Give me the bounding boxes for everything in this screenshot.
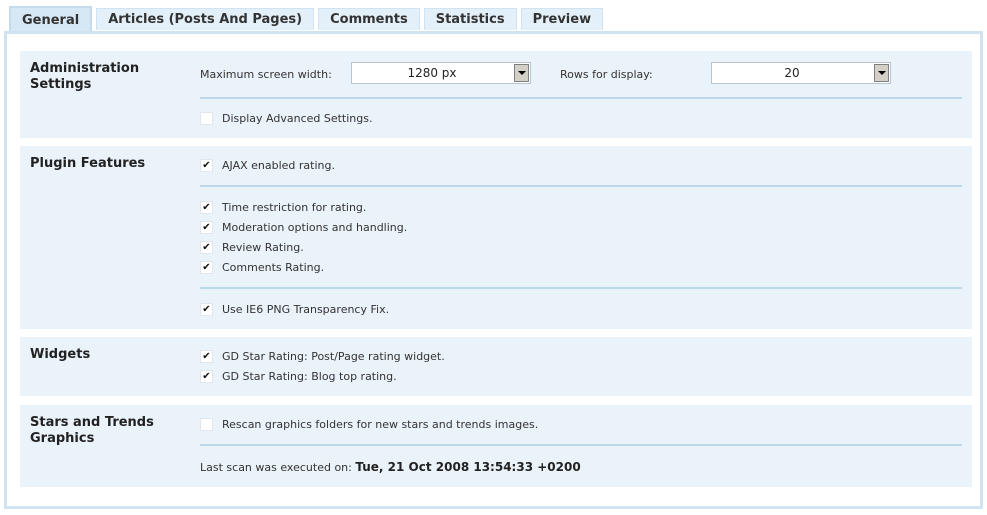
tab-label: Statistics	[435, 12, 505, 27]
rows-label: Rows for display:	[560, 68, 653, 81]
rescan-checkbox[interactable]	[200, 418, 213, 431]
rescan-row: Rescan graphics folders for new stars an…	[200, 418, 538, 431]
feature-row: ✔ Review Rating.	[200, 241, 304, 254]
rows-value: 20	[784, 66, 800, 80]
rows-select[interactable]: 20	[711, 62, 891, 84]
section-title: Widgets	[30, 347, 91, 362]
tab-statistics[interactable]: Statistics	[423, 8, 517, 30]
tab-label: Comments	[330, 12, 408, 27]
section-stars-graphics: Stars and Trends Graphics Rescan graphic…	[20, 405, 972, 487]
check-icon: ✔	[202, 221, 211, 233]
section-title: Plugin Features	[30, 156, 146, 171]
check-icon: ✔	[202, 201, 211, 213]
check-icon: ✔	[202, 303, 211, 315]
checkbox-label: Display Advanced Settings.	[222, 112, 373, 125]
checkbox-label: GD Star Rating: Blog top rating.	[222, 370, 397, 383]
max-width-label: Maximum screen width:	[200, 68, 332, 81]
checkbox-label: Moderation options and handling.	[222, 221, 408, 234]
tab-preview[interactable]: Preview	[520, 8, 604, 30]
tab-general[interactable]: General	[9, 6, 93, 32]
section-widgets: Widgets ✔ GD Star Rating: Post/Page rati…	[20, 337, 972, 396]
checkbox-label: Use IE6 PNG Transparency Fix.	[222, 303, 390, 316]
feature-row: ✔ AJAX enabled rating.	[200, 159, 335, 172]
checkbox-label: AJAX enabled rating.	[222, 159, 335, 172]
section-title: Stars and Trends Graphics	[30, 415, 154, 446]
section-title: Administration Settings	[30, 61, 140, 92]
tab-bar: General Articles (Posts And Pages) Comme…	[9, 6, 607, 32]
last-scan-value: Tue, 21 Oct 2008 13:54:33 +0200	[355, 460, 581, 474]
widget-row: ✔ GD Star Rating: Post/Page rating widge…	[200, 350, 445, 363]
moderation-checkbox[interactable]: ✔	[200, 221, 213, 234]
feature-row: ✔ Time restriction for rating.	[200, 201, 366, 214]
chevron-down-icon[interactable]	[874, 64, 889, 82]
blog-top-widget-checkbox[interactable]: ✔	[200, 370, 213, 383]
divider	[200, 444, 962, 446]
check-icon: ✔	[202, 261, 211, 273]
divider	[200, 287, 962, 289]
advanced-settings-row: Display Advanced Settings.	[200, 112, 373, 125]
check-icon: ✔	[202, 350, 211, 362]
last-scan-label: Last scan was executed on:	[200, 460, 352, 474]
widget-row: ✔ GD Star Rating: Blog top rating.	[200, 370, 397, 383]
comments-rating-checkbox[interactable]: ✔	[200, 261, 213, 274]
review-rating-checkbox[interactable]: ✔	[200, 241, 213, 254]
check-icon: ✔	[202, 241, 211, 253]
feature-row: ✔ Comments Rating.	[200, 261, 324, 274]
ie6-png-fix-checkbox[interactable]: ✔	[200, 303, 213, 316]
tab-label: Preview	[532, 12, 592, 27]
tab-label: Articles (Posts And Pages)	[108, 12, 303, 27]
advanced-settings-checkbox[interactable]	[200, 112, 213, 125]
post-page-widget-checkbox[interactable]: ✔	[200, 350, 213, 363]
feature-row: ✔ Moderation options and handling.	[200, 221, 407, 234]
checkbox-label: Rescan graphics folders for new stars an…	[222, 418, 539, 431]
divider	[200, 97, 962, 99]
time-restriction-checkbox[interactable]: ✔	[200, 201, 213, 214]
checkbox-label: Review Rating.	[222, 241, 304, 254]
tab-comments[interactable]: Comments	[318, 8, 420, 30]
chevron-down-icon[interactable]	[514, 64, 529, 82]
section-administration: Administration Settings Maximum screen w…	[20, 51, 972, 138]
tab-articles[interactable]: Articles (Posts And Pages)	[96, 8, 315, 30]
divider	[200, 185, 962, 187]
section-plugin-features: Plugin Features ✔ AJAX enabled rating. ✔…	[20, 146, 972, 329]
max-width-select[interactable]: 1280 px	[351, 62, 531, 84]
max-width-value: 1280 px	[407, 66, 457, 80]
checkbox-label: Time restriction for rating.	[222, 201, 367, 214]
checkbox-label: GD Star Rating: Post/Page rating widget.	[222, 350, 445, 363]
ajax-rating-checkbox[interactable]: ✔	[200, 159, 213, 172]
check-icon: ✔	[202, 159, 211, 171]
settings-panel: Administration Settings Maximum screen w…	[4, 31, 983, 509]
tab-label: General	[22, 12, 80, 28]
checkbox-label: Comments Rating.	[222, 261, 325, 274]
check-icon: ✔	[202, 370, 211, 382]
last-scan-row: Last scan was executed on: Tue, 21 Oct 2…	[200, 460, 581, 474]
feature-row: ✔ Use IE6 PNG Transparency Fix.	[200, 303, 389, 316]
